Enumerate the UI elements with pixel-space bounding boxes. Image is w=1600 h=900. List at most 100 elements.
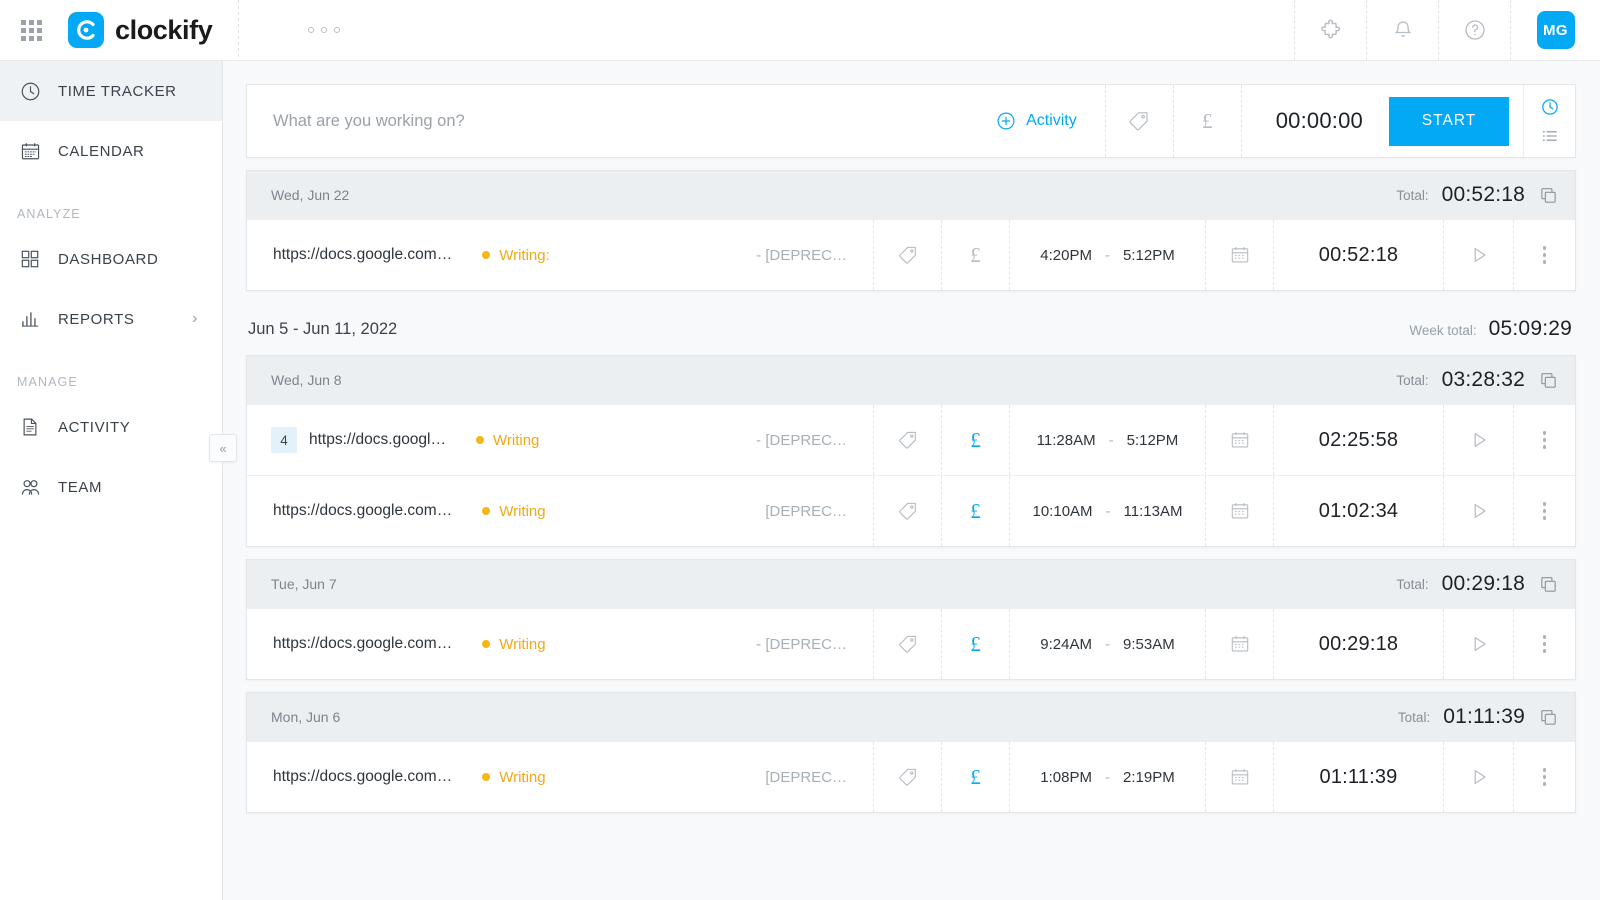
pound-icon: £	[970, 242, 981, 267]
entry-description[interactable]: https://docs.google.com…	[247, 768, 452, 786]
duplicate-day-icon[interactable]	[1538, 370, 1559, 391]
time-range-dash: -	[1105, 635, 1110, 653]
entry-tag-button[interactable]	[873, 742, 941, 812]
time-entry-row[interactable]: https://docs.google.com… Writing [DEPREC…	[247, 475, 1575, 546]
entry-task: - [DEPREC…	[756, 246, 847, 264]
day-group: Wed, Jun 8 Total: 03:28:32 4 https://doc…	[246, 355, 1576, 547]
timer-mode-clock-icon[interactable]	[1540, 97, 1560, 117]
day-total-value: 03:28:32	[1441, 368, 1525, 391]
entry-start-time: 9:24AM	[1040, 635, 1092, 653]
entry-play-button[interactable]	[1443, 609, 1513, 679]
task-description-input[interactable]	[247, 111, 988, 131]
duplicate-day-icon[interactable]	[1538, 707, 1559, 728]
entry-tag-button[interactable]	[873, 220, 941, 290]
day-date: Mon, Jun 6	[271, 709, 341, 725]
entry-project[interactable]: Writing:	[482, 247, 550, 264]
entry-date-button[interactable]	[1205, 405, 1273, 475]
entry-billable-button[interactable]: £	[941, 742, 1009, 812]
brand-logo[interactable]: clockify	[62, 12, 213, 48]
entry-date-button[interactable]	[1205, 476, 1273, 546]
kebab-menu-icon	[1542, 431, 1547, 449]
entry-date-button[interactable]	[1205, 742, 1273, 812]
entry-options-button[interactable]	[1513, 609, 1575, 679]
sidebar-item-time-tracker[interactable]: TIME TRACKER	[0, 61, 222, 121]
time-entry-row[interactable]: https://docs.google.com… Writing: - [DEP…	[247, 219, 1575, 290]
start-button[interactable]: START	[1389, 96, 1509, 146]
duplicate-day-icon[interactable]	[1538, 574, 1559, 595]
sidebar-section-analyze: ANALYZE	[17, 207, 81, 221]
time-entry-row[interactable]: https://docs.google.com… Writing [DEPREC…	[247, 741, 1575, 812]
entry-project[interactable]: Writing	[482, 636, 546, 653]
entry-billable-button[interactable]: £	[941, 609, 1009, 679]
user-avatar[interactable]: MG	[1510, 0, 1600, 60]
notifications-icon[interactable]	[1366, 0, 1438, 60]
entry-tag-button[interactable]	[873, 609, 941, 679]
entry-description[interactable]: https://docs.google.com…	[247, 635, 452, 653]
entry-options-button[interactable]	[1513, 742, 1575, 812]
entry-time-range[interactable]: 10:10AM - 11:13AM	[1009, 476, 1205, 546]
entry-description[interactable]: https://docs.google.com…	[247, 502, 452, 520]
sidebar-item-team[interactable]: TEAM	[0, 457, 222, 517]
workspace-more-menu[interactable]	[239, 27, 409, 33]
entry-description[interactable]: https://docs.google.com…	[247, 246, 452, 264]
entry-options-button[interactable]	[1513, 476, 1575, 546]
entry-play-button[interactable]	[1443, 220, 1513, 290]
entry-play-button[interactable]	[1443, 405, 1513, 475]
entry-duration[interactable]: 01:02:34	[1273, 476, 1443, 546]
entry-tag-button[interactable]	[873, 476, 941, 546]
brand-name: clockify	[115, 14, 213, 45]
entry-duration[interactable]: 00:52:18	[1273, 220, 1443, 290]
entry-billable-button[interactable]: £	[941, 476, 1009, 546]
entry-duration[interactable]: 02:25:58	[1273, 405, 1443, 475]
day-header: Wed, Jun 22 Total: 00:52:18	[247, 171, 1575, 219]
sidebar-item-label: TEAM	[58, 478, 103, 496]
sidebar-item-activity[interactable]: ACTIVITY	[0, 397, 222, 457]
app-grid-icon[interactable]	[0, 19, 62, 41]
add-activity-button[interactable]: Activity	[987, 110, 1105, 132]
pound-icon: £	[1202, 108, 1213, 133]
entry-end-time: 5:12PM	[1126, 431, 1179, 449]
integrations-icon[interactable]	[1294, 0, 1366, 60]
calendar-icon	[16, 140, 44, 163]
entry-group-count-badge[interactable]: 4	[271, 427, 297, 453]
entry-duration[interactable]: 00:29:18	[1273, 609, 1443, 679]
timer-billable-button[interactable]: £	[1172, 85, 1241, 157]
entry-date-button[interactable]	[1205, 609, 1273, 679]
sidebar-collapse-button[interactable]: «	[209, 434, 237, 462]
timer-tag-button[interactable]	[1104, 85, 1173, 157]
sidebar-item-calendar[interactable]: CALENDAR	[0, 121, 222, 181]
sidebar-item-reports[interactable]: REPORTS ›	[0, 289, 222, 349]
week-total-label: Week total:	[1409, 323, 1477, 338]
manual-mode-list-icon[interactable]	[1540, 126, 1560, 146]
sidebar-item-label: DASHBOARD	[58, 250, 159, 268]
day-total-value: 01:11:39	[1443, 705, 1525, 728]
entry-options-button[interactable]	[1513, 405, 1575, 475]
time-entry-row[interactable]: 4 https://docs.googl… Writing - [DEPREC……	[247, 404, 1575, 475]
entry-end-time: 2:19PM	[1123, 768, 1175, 786]
entry-time-range[interactable]: 9:24AM - 9:53AM	[1009, 609, 1205, 679]
entry-description[interactable]: https://docs.googl…	[297, 431, 446, 449]
entry-date-button[interactable]	[1205, 220, 1273, 290]
entry-task: [DEPREC…	[765, 768, 847, 786]
entry-options-button[interactable]	[1513, 220, 1575, 290]
sidebar-item-dashboard[interactable]: DASHBOARD	[0, 229, 222, 289]
entry-project[interactable]: Writing	[482, 769, 546, 786]
entry-time-range[interactable]: 4:20PM - 5:12PM	[1009, 220, 1205, 290]
entry-project[interactable]: Writing	[482, 503, 546, 520]
help-icon[interactable]	[1438, 0, 1510, 60]
entry-duration[interactable]: 01:11:39	[1273, 742, 1443, 812]
entry-billable-button[interactable]: £	[941, 405, 1009, 475]
entry-time-range[interactable]: 11:28AM - 5:12PM	[1009, 405, 1205, 475]
three-dots-icon	[308, 27, 341, 33]
day-total-value: 00:52:18	[1441, 183, 1525, 206]
sidebar-item-label: TIME TRACKER	[58, 82, 177, 100]
entry-billable-button[interactable]: £	[941, 220, 1009, 290]
entry-play-button[interactable]	[1443, 476, 1513, 546]
time-entry-row[interactable]: https://docs.google.com… Writing - [DEPR…	[247, 608, 1575, 679]
kebab-menu-icon	[1542, 502, 1547, 520]
entry-project[interactable]: Writing	[476, 432, 539, 449]
duplicate-day-icon[interactable]	[1538, 185, 1559, 206]
entry-time-range[interactable]: 1:08PM - 2:19PM	[1009, 742, 1205, 812]
entry-tag-button[interactable]	[873, 405, 941, 475]
entry-play-button[interactable]	[1443, 742, 1513, 812]
